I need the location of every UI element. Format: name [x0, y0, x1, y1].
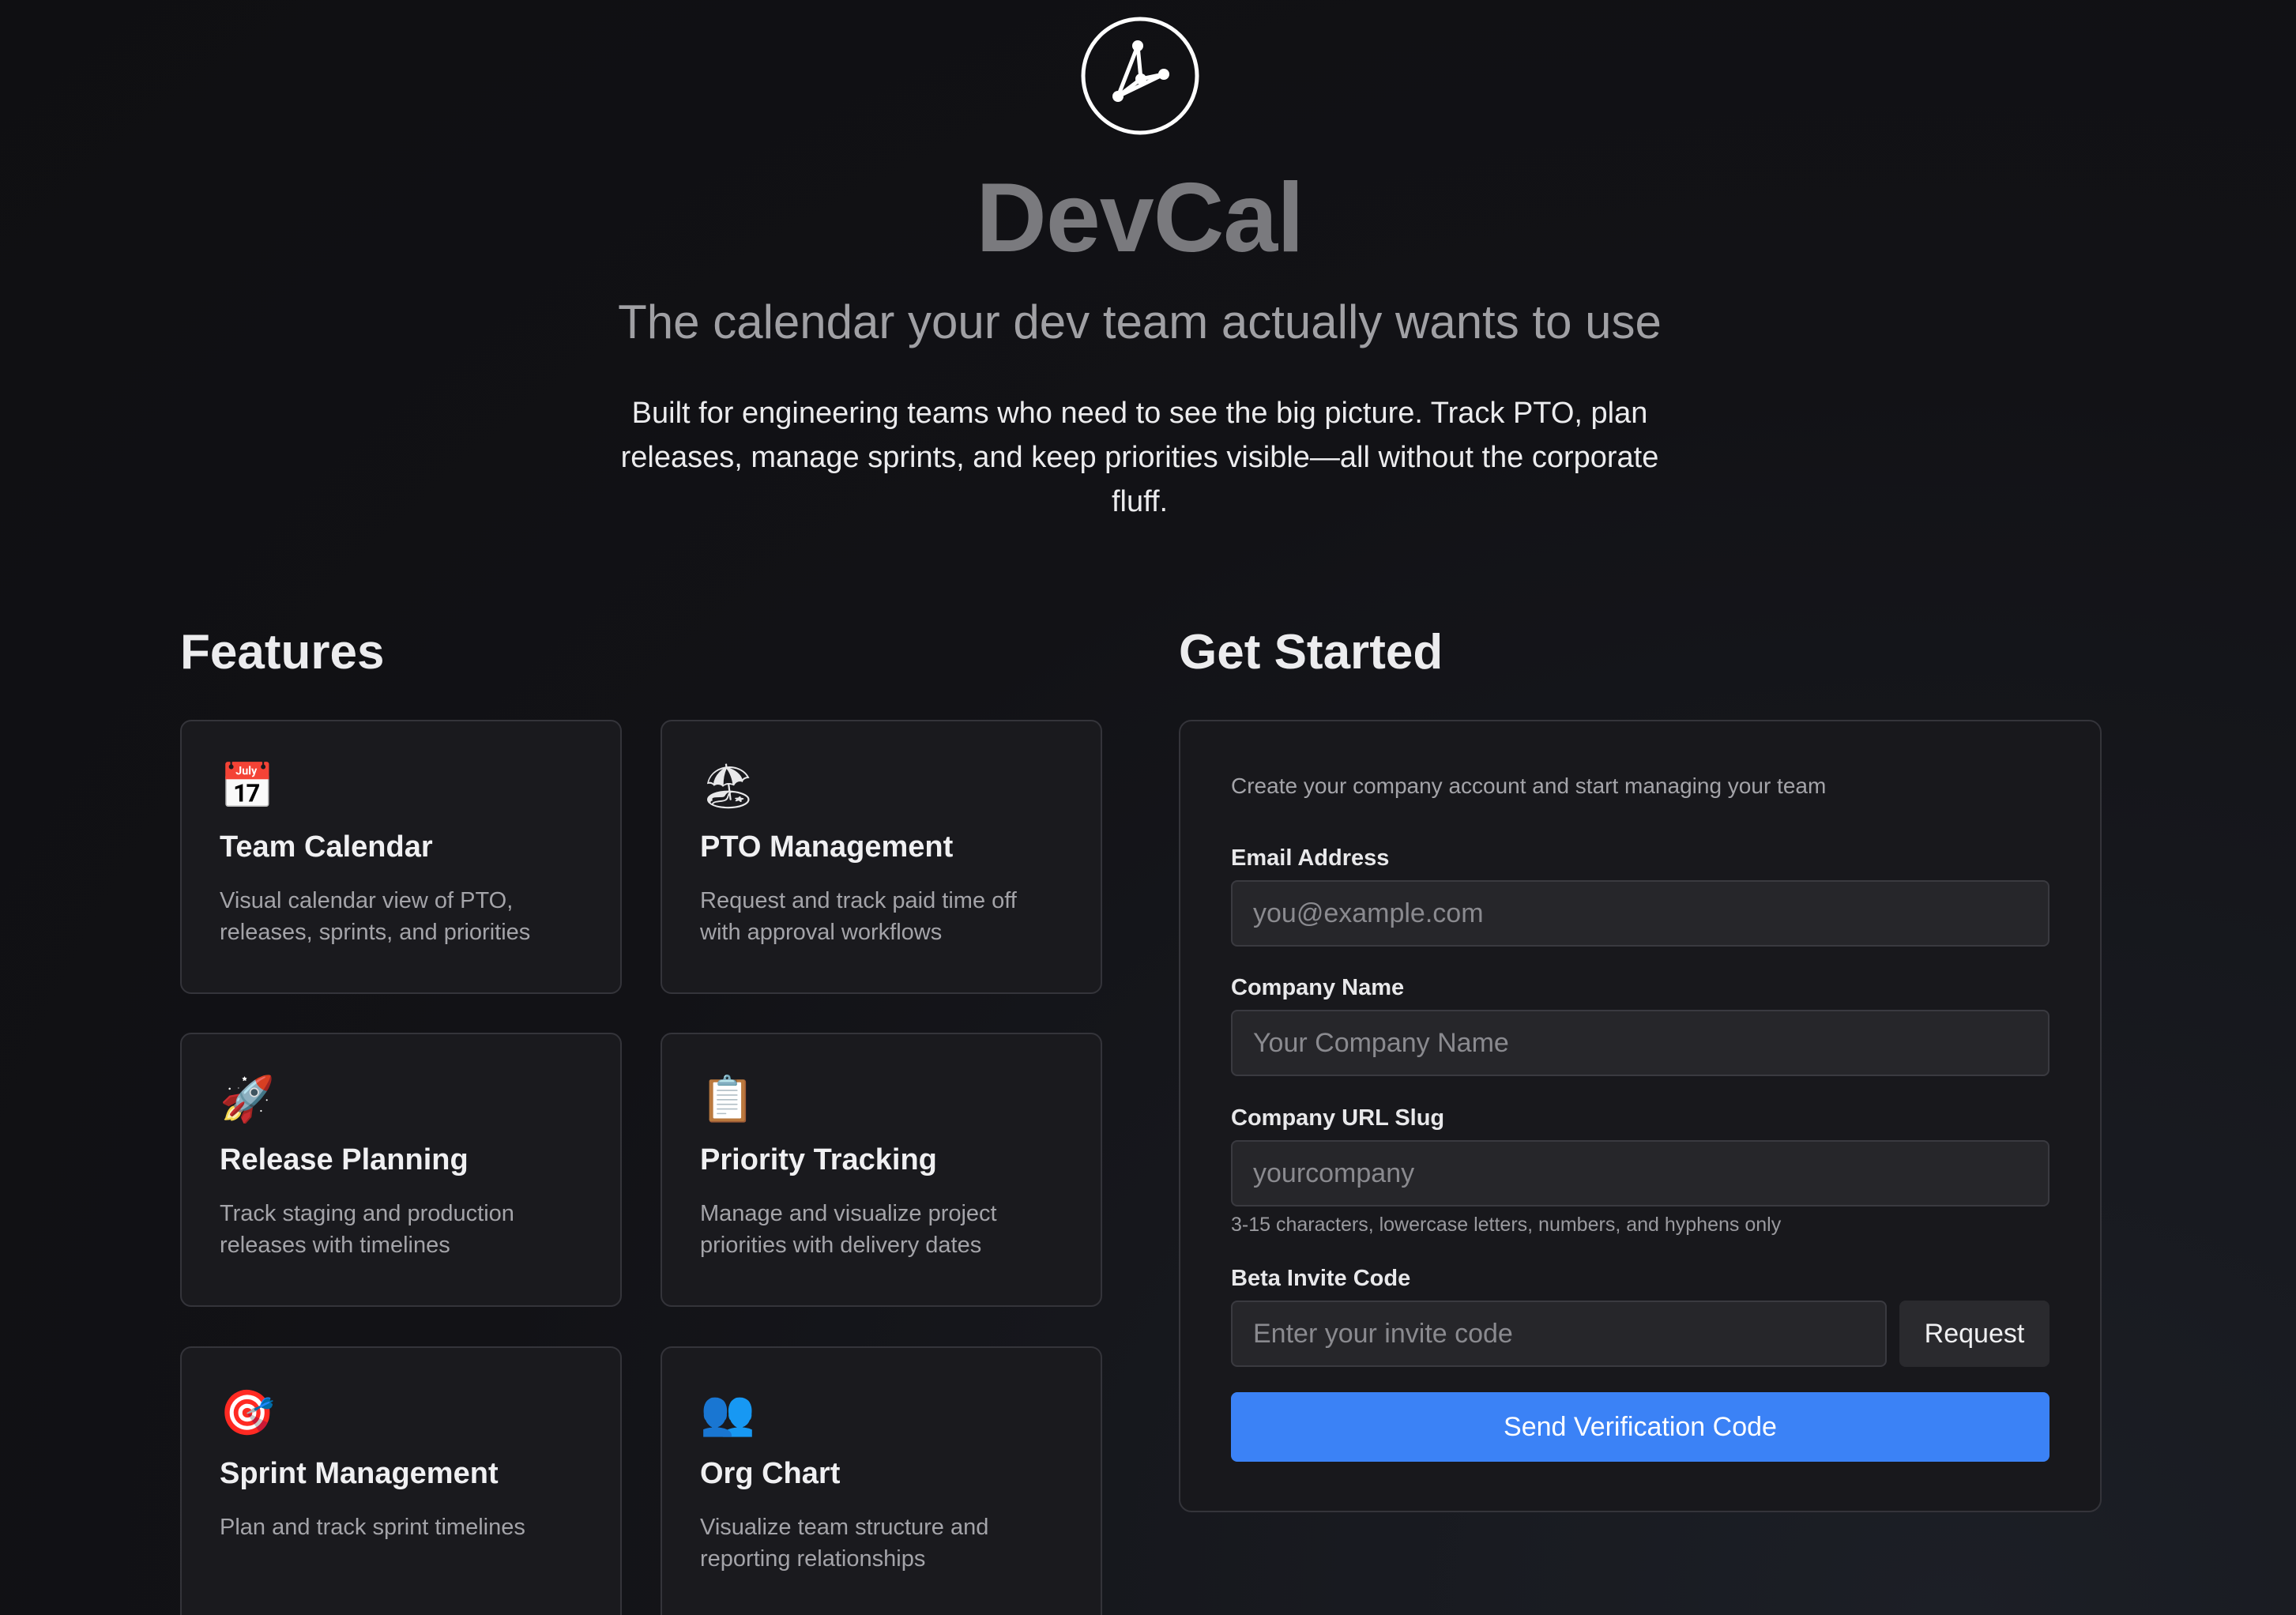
feature-card-release-planning: 🚀 Release Planning Track staging and pro…	[180, 1033, 622, 1307]
feature-card-pto-management: 🏖 PTO Management Request and track paid …	[661, 720, 1102, 994]
network-nodes-icon	[1081, 17, 1199, 135]
feature-title: Priority Tracking	[700, 1143, 937, 1176]
feature-card-priority-tracking: 📋 Priority Tracking Manage and visualize…	[661, 1033, 1102, 1307]
brand-title: DevCal	[976, 164, 1304, 273]
feature-description: Request and track paid time off with app…	[700, 888, 1017, 945]
slug-hint: 3-15 characters, lowercase letters, numb…	[1231, 1214, 1782, 1236]
invite-code-label: Beta Invite Code	[1231, 1266, 1411, 1291]
features-heading: Features	[180, 625, 385, 680]
company-name-label: Company Name	[1231, 975, 1405, 1000]
feature-card-org-chart: 👥 Org Chart Visualize team structure and…	[661, 1346, 1102, 1615]
signup-form: Create your company account and start ma…	[1179, 720, 2102, 1512]
tagline: The calendar your dev team actually want…	[618, 296, 1662, 348]
email-label: Email Address	[1231, 845, 1390, 871]
get-started-heading: Get Started	[1179, 625, 1443, 680]
feature-description: Manage and visualize project priorities …	[700, 1201, 997, 1258]
feature-card-sprint-management: 🎯 Sprint Management Plan and track sprin…	[180, 1346, 622, 1615]
intro-text: Built for engineering teams who need to …	[620, 397, 1659, 518]
signup-description: Create your company account and start ma…	[1231, 774, 1827, 798]
feature-description: Plan and track sprint timelines	[220, 1515, 525, 1540]
company-slug-field[interactable]	[1231, 1140, 2049, 1207]
clipboard-icon: 📋	[700, 1074, 755, 1125]
request-invite-button[interactable]: Request	[1899, 1301, 2049, 1367]
company-slug-label: Company URL Slug	[1231, 1105, 1445, 1131]
company-name-field[interactable]	[1231, 1010, 2049, 1076]
target-icon: 🎯	[220, 1387, 275, 1439]
calendar-icon: 📅	[220, 761, 275, 812]
feature-title: Team Calendar	[220, 830, 433, 864]
feature-description: Visual calendar view of PTO, releases, s…	[220, 888, 531, 945]
invite-code-field[interactable]	[1231, 1301, 1887, 1367]
feature-title: PTO Management	[700, 830, 954, 864]
beach-umbrella-icon: 🏖	[700, 761, 757, 812]
email-field[interactable]	[1231, 880, 2049, 947]
rocket-icon: 🚀	[220, 1074, 275, 1125]
landing-page: DevCal The calendar your dev team actual…	[0, 0, 2296, 1615]
feature-description: Track staging and production releases wi…	[220, 1201, 514, 1258]
feature-title: Release Planning	[220, 1143, 469, 1176]
feature-title: Org Chart	[700, 1457, 841, 1490]
feature-title: Sprint Management	[220, 1457, 499, 1490]
feature-description: Visualize team structure and reporting r…	[700, 1515, 989, 1572]
send-verification-button[interactable]: Send Verification Code	[1231, 1392, 2049, 1462]
people-icon: 👥	[700, 1387, 755, 1439]
feature-card-team-calendar: 📅 Team Calendar Visual calendar view of …	[180, 720, 622, 994]
